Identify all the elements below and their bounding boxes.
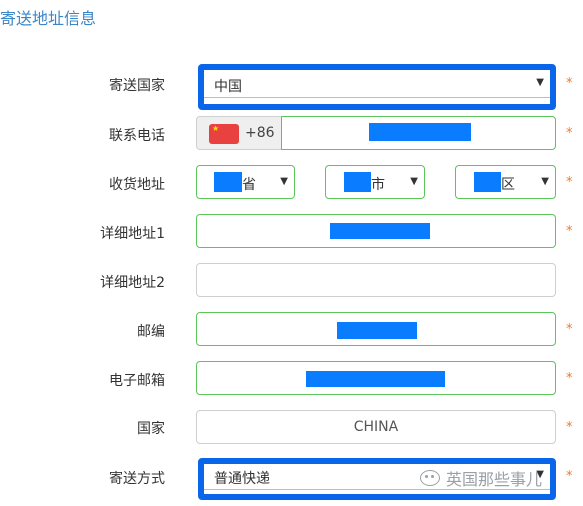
province-select[interactable]: 省 ▼ bbox=[196, 165, 295, 199]
required-mark: * bbox=[566, 224, 573, 239]
city-suffix: 市 bbox=[371, 177, 385, 193]
phone-country-code-selector[interactable]: ★ +86 bbox=[196, 116, 282, 150]
required-mark: * bbox=[566, 322, 573, 337]
address2-label: 详细地址2 bbox=[100, 275, 165, 291]
phone-country-code: +86 bbox=[245, 125, 275, 141]
country-select-value: 中国 bbox=[214, 79, 242, 95]
phone-input[interactable] bbox=[281, 116, 556, 150]
section-title: 寄送地址信息 bbox=[0, 9, 97, 28]
district-select[interactable]: 区 ▼ bbox=[455, 165, 556, 199]
chevron-down-icon: ▼ bbox=[536, 77, 544, 88]
address1-label: 详细地址1 bbox=[100, 226, 165, 242]
nation-value: CHINA bbox=[353, 419, 399, 435]
required-mark: * bbox=[566, 76, 573, 91]
chevron-down-icon: ▼ bbox=[280, 176, 288, 187]
watermark-text: 英国那些事儿 bbox=[446, 470, 543, 489]
district-suffix: 区 bbox=[501, 177, 515, 193]
province-suffix: 省 bbox=[242, 177, 256, 193]
shipping-select-value: 普通快递 bbox=[214, 471, 270, 487]
redacted-value bbox=[344, 172, 371, 192]
phone-label: 联系电话 bbox=[109, 128, 165, 144]
redacted-value bbox=[214, 172, 242, 192]
required-mark: * bbox=[566, 420, 573, 435]
email-input[interactable] bbox=[196, 361, 556, 395]
chevron-down-icon: ▼ bbox=[410, 176, 418, 187]
china-flag-icon: ★ bbox=[209, 124, 239, 144]
country-select[interactable]: 中国 ▼ bbox=[198, 64, 556, 110]
address1-input[interactable] bbox=[196, 214, 556, 248]
redacted-value bbox=[369, 123, 471, 141]
redacted-value bbox=[474, 172, 501, 192]
address2-input[interactable] bbox=[196, 263, 556, 297]
required-mark: * bbox=[566, 371, 573, 386]
city-select[interactable]: 市 ▼ bbox=[325, 165, 425, 199]
zipcode-label: 邮编 bbox=[137, 324, 165, 340]
watermark: 英国那些事儿 bbox=[420, 466, 542, 490]
required-mark: * bbox=[566, 175, 573, 190]
redacted-value bbox=[330, 223, 430, 239]
country-label: 寄送国家 bbox=[109, 78, 165, 94]
redacted-value bbox=[306, 371, 445, 387]
nation-input[interactable]: CHINA bbox=[196, 410, 556, 444]
wechat-icon bbox=[420, 470, 440, 486]
chevron-down-icon: ▼ bbox=[541, 176, 549, 187]
zipcode-input[interactable] bbox=[196, 312, 556, 346]
address-label: 收货地址 bbox=[109, 177, 165, 193]
email-label: 电子邮箱 bbox=[109, 373, 165, 389]
nation-label: 国家 bbox=[137, 421, 165, 437]
required-mark: * bbox=[566, 469, 573, 484]
redacted-value bbox=[337, 322, 417, 339]
required-mark: * bbox=[566, 126, 573, 141]
shipping-label: 寄送方式 bbox=[109, 471, 165, 487]
